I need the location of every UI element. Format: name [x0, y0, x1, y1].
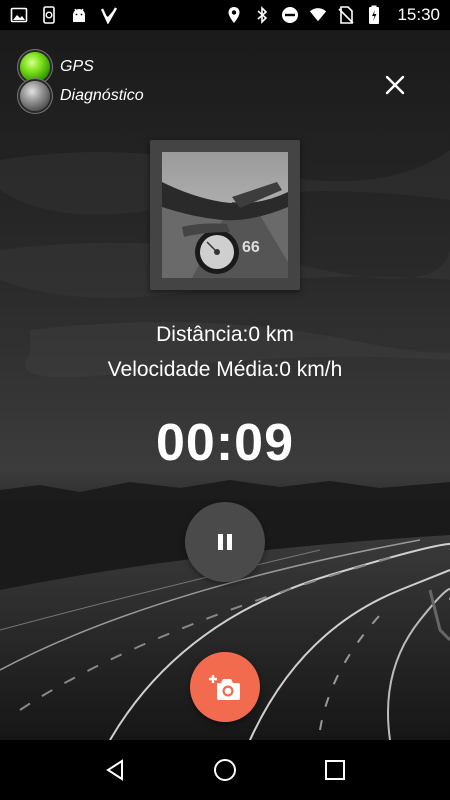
battery-charging-icon [365, 5, 383, 24]
elapsed-timer: 00:09 [156, 414, 294, 472]
diagnostico-indicator: Diagnóstico [20, 81, 144, 111]
back-button[interactable] [95, 750, 135, 790]
pause-icon [218, 534, 232, 550]
gps-status-led [20, 52, 50, 82]
diagnostico-label: Diagnóstico [60, 87, 144, 104]
phone-sync-icon [40, 6, 58, 24]
image-icon [10, 6, 28, 24]
location-icon [225, 6, 243, 24]
recents-button[interactable] [315, 750, 355, 790]
add-photo-button[interactable] [190, 652, 260, 722]
close-icon [385, 75, 405, 95]
navigation-bar [0, 740, 450, 800]
gps-indicator: GPS [20, 52, 94, 82]
do-not-disturb-icon [281, 6, 299, 24]
gps-label: GPS [60, 58, 94, 75]
recents-square-icon [325, 760, 345, 780]
add-camera-icon [209, 675, 240, 700]
ride-tracking-screen: GPS Diagnóstico 66 Distância:0 km Veloci… [0, 30, 450, 740]
motorcycle-dashboard-image: 66 [162, 152, 288, 278]
diagnostico-status-led [20, 81, 50, 111]
android-icon [70, 6, 88, 24]
no-sim-icon [337, 6, 355, 24]
bluetooth-icon [253, 6, 271, 24]
motorcycle-photo-thumbnail[interactable]: 66 [150, 140, 300, 290]
home-button[interactable] [205, 750, 245, 790]
pause-button[interactable] [185, 502, 265, 582]
status-bar: 15:30 [0, 0, 450, 30]
home-circle-icon [214, 759, 236, 781]
highway-background-image [0, 30, 450, 740]
distance-text: Distância:0 km [156, 323, 294, 346]
close-button[interactable] [380, 70, 410, 100]
svg-text:66: 66 [242, 239, 260, 256]
wifi-icon [309, 6, 327, 24]
average-speed-text: Velocidade Média:0 km/h [107, 358, 343, 381]
back-triangle-icon [106, 759, 123, 781]
status-time: 15:30 [397, 5, 440, 24]
check-icon [100, 6, 118, 24]
